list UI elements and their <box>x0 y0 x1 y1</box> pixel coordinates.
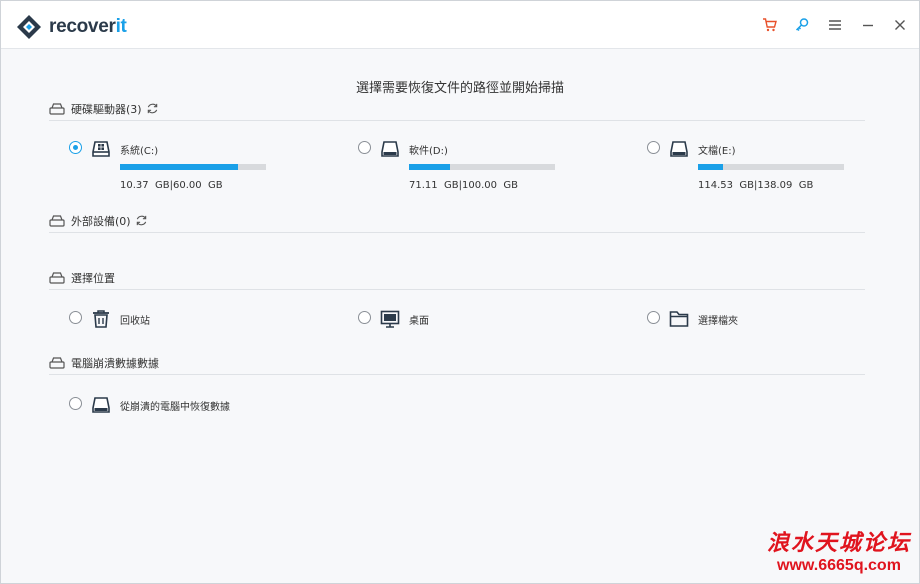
crashed-computer-option[interactable]: 從崩潰的電腦中恢復數據 <box>69 395 230 415</box>
location-label: 選擇檔夾 <box>698 316 738 327</box>
drive-c-radio[interactable] <box>69 141 82 154</box>
desktop-icon <box>380 310 400 328</box>
recycle-bin-icon <box>93 310 109 328</box>
location-option-folder[interactable]: 選擇檔夾 <box>647 309 738 329</box>
drive-size: 71.11 GB|100.00 GB <box>409 180 518 191</box>
cart-icon <box>763 18 777 32</box>
drive-usage-bar <box>409 164 555 170</box>
app-logo: recoverit <box>15 13 127 41</box>
folder-icon <box>669 311 689 327</box>
drive-e-info: 文檔(E:) 114.53 GB|138.09 GB <box>698 139 844 191</box>
drive-name: 文檔(E:) <box>698 146 736 157</box>
location-label: 桌面 <box>409 316 429 327</box>
section-external-devices: 外部設備(0) <box>49 209 865 233</box>
drive-option-c[interactable]: 系統(C:) 10.37 GB|60.00 GB <box>69 139 266 191</box>
drive-option-d[interactable]: 軟件(D:) 71.11 GB|100.00 GB <box>358 139 555 191</box>
cart-button[interactable] <box>759 14 781 36</box>
drive-name: 系統(C:) <box>120 146 159 157</box>
minimize-icon <box>863 24 873 27</box>
folder-radio[interactable] <box>647 311 660 324</box>
section-select-location: 選擇位置 <box>49 266 865 290</box>
crashed-computer-label: 從崩潰的電腦中恢復數據 <box>120 402 230 413</box>
section-label: 電腦崩潰數據數據 <box>71 356 159 370</box>
section-crashed-computer: 電腦崩潰數據數據 <box>49 351 865 375</box>
minimize-button[interactable] <box>857 14 879 36</box>
drive-usage-bar <box>698 164 844 170</box>
drive-c-info: 系統(C:) 10.37 GB|60.00 GB <box>120 139 266 191</box>
crashed-computer-radio[interactable] <box>69 397 82 410</box>
watermark-url: www.6665q.com <box>777 557 901 574</box>
watermark: 浪水天城论坛 www.6665q.com <box>767 525 911 575</box>
key-icon <box>795 18 809 32</box>
drive-size: 10.37 GB|60.00 GB <box>120 180 223 191</box>
key-button[interactable] <box>791 14 813 36</box>
section-label: 選擇位置 <box>71 271 115 285</box>
hard-drive-icon <box>49 356 65 369</box>
recycle-bin-radio[interactable] <box>69 311 82 324</box>
drive-e-radio[interactable] <box>647 141 660 154</box>
refresh-icon[interactable] <box>135 214 148 227</box>
crashed-drive-icon <box>92 397 110 413</box>
page-title: 選擇需要恢復文件的路徑並開始掃描 <box>355 81 564 96</box>
drive-icon <box>670 141 688 157</box>
drive-usage-bar <box>120 164 266 170</box>
drive-size: 114.53 GB|138.09 GB <box>698 180 814 191</box>
watermark-title: 浪水天城论坛 <box>766 530 911 556</box>
menu-icon <box>829 20 841 30</box>
close-icon <box>895 20 905 30</box>
menu-button[interactable] <box>824 14 846 36</box>
app-name: recoverit <box>49 16 127 37</box>
section-label: 外部設備(0) <box>71 214 131 228</box>
windows-drive-icon <box>92 141 110 157</box>
hard-drive-icon <box>49 214 65 227</box>
location-label: 回收站 <box>120 316 150 327</box>
close-button[interactable] <box>889 14 911 36</box>
app-window: recoverit 選擇需要恢復文件的路徑並開始掃描 硬碟驅動器(3) 系統(C… <box>0 0 920 584</box>
drive-d-radio[interactable] <box>358 141 371 154</box>
hard-drive-icon <box>49 102 65 115</box>
drive-d-info: 軟件(D:) 71.11 GB|100.00 GB <box>409 139 555 191</box>
section-label: 硬碟驅動器(3) <box>71 102 142 116</box>
location-option-desktop[interactable]: 桌面 <box>358 309 429 329</box>
section-hard-drives: 硬碟驅動器(3) <box>49 97 865 121</box>
drive-option-e[interactable]: 文檔(E:) 114.53 GB|138.09 GB <box>647 139 844 191</box>
hard-drive-icon <box>49 271 65 284</box>
desktop-radio[interactable] <box>358 311 371 324</box>
location-option-recycle-bin[interactable]: 回收站 <box>69 309 150 329</box>
refresh-icon[interactable] <box>146 102 159 115</box>
drive-icon <box>381 141 399 157</box>
recoverit-logo-icon <box>17 15 41 39</box>
drive-name: 軟件(D:) <box>409 146 448 157</box>
title-bar: recoverit <box>1 1 919 49</box>
